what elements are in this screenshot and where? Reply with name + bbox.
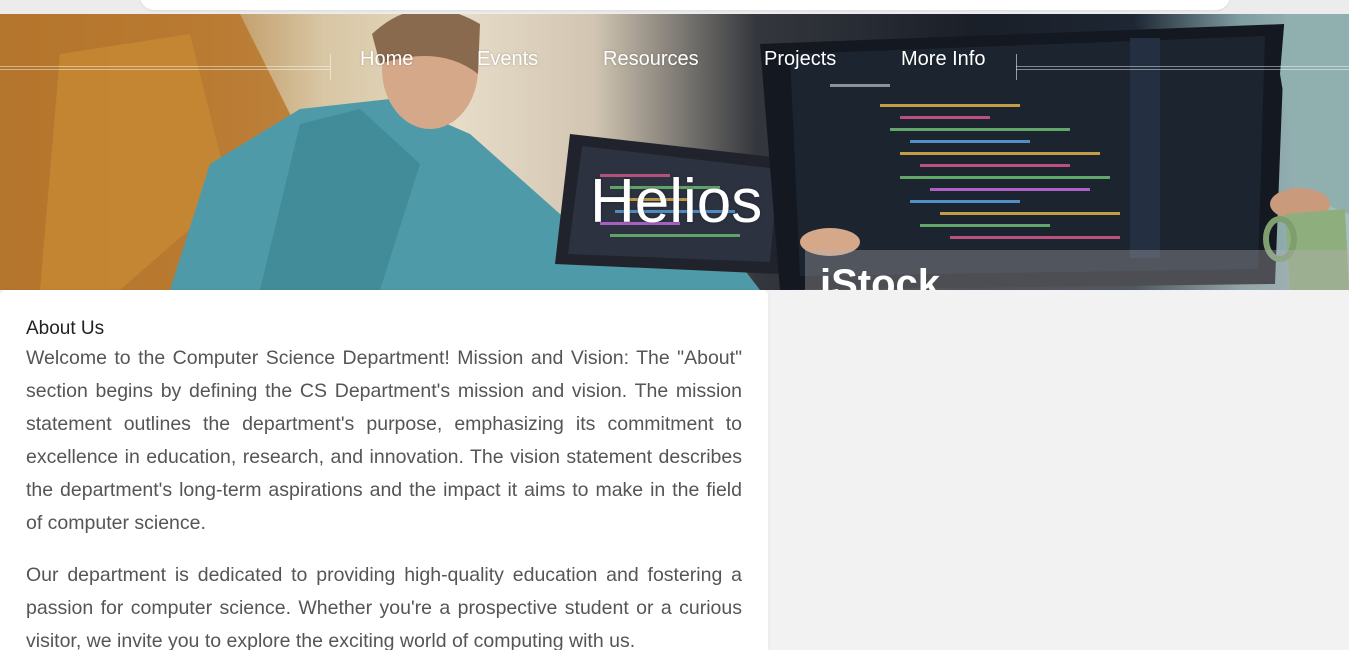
nav-divider-left [0,66,330,70]
main-navigation: Home Events Resources Projects More Info [0,14,1349,114]
about-us-paragraph: Welcome to the Computer Science Departme… [26,347,742,534]
nav-link-more-info[interactable]: More Info [901,48,985,71]
top-search-bar-edge [140,0,1230,10]
nav-divider-right [1016,66,1349,70]
nav-link-home[interactable]: Home [360,48,413,71]
about-us-card: About Us Welcome to the Computer Science… [0,290,768,650]
watermark-logo: iStock [820,262,941,290]
hero-banner: iStock Home Events Resources Projects Mo… [0,14,1349,290]
nav-link-projects[interactable]: Projects [764,48,836,71]
about-us-paragraph: Our department is dedicated to providing… [26,564,742,650]
site-title: Helios [590,167,763,236]
nav-divider-left-cap [330,54,331,80]
nav-link-events[interactable]: Events [477,48,538,71]
about-us-heading: About Us [26,318,105,339]
nav-link-resources[interactable]: Resources [603,48,699,71]
